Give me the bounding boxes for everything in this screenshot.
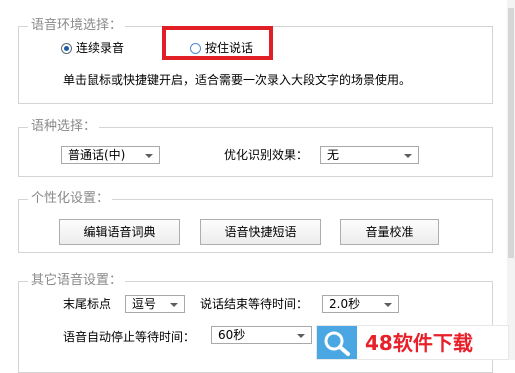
watermark-text: 48软件下载 — [365, 331, 473, 355]
end-punct-select-value: 逗号 — [132, 297, 157, 311]
radio-continuous[interactable]: 连续录音 — [61, 41, 124, 55]
end-punct-label: 末尾标点 — [63, 297, 112, 311]
radio-continuous-indicator[interactable] — [61, 42, 72, 54]
chevron-down-icon[interactable] — [170, 303, 178, 307]
chevron-down-icon[interactable] — [145, 154, 153, 158]
quick-phrase-button[interactable]: 语音快捷短语 — [200, 219, 321, 245]
highlight-annotation — [162, 26, 273, 60]
volume-calibration-button[interactable]: 音量校准 — [340, 219, 439, 245]
chevron-down-icon[interactable] — [297, 334, 305, 338]
vertical-scrollbar[interactable] — [507, 0, 515, 360]
auto-stop-select[interactable]: 60秒 — [211, 326, 312, 344]
radio-continuous-label[interactable]: 连续录音 — [76, 41, 124, 55]
optimize-select[interactable]: 无 — [320, 146, 419, 164]
auto-stop-label: 语音自动停止等待时间： — [63, 330, 196, 344]
other-title: 其它语音设置： — [28, 273, 126, 289]
language-select[interactable]: 普通话(中) — [61, 146, 160, 164]
chevron-down-icon[interactable] — [384, 303, 392, 307]
edit-dictionary-button[interactable]: 编辑语音词典 — [59, 219, 180, 245]
chevron-down-icon[interactable] — [404, 154, 412, 158]
magnifier-icon — [317, 326, 357, 359]
watermark-logo: 48软件下载 — [316, 325, 509, 360]
wait-time-select-value: 2.0秒 — [329, 297, 361, 311]
end-punct-select[interactable]: 逗号 — [125, 295, 185, 313]
voice-env-description: 单击鼠标或快捷键开启，适合需要一次录入大段文字的场景使用。 — [63, 73, 412, 87]
optimize-label: 优化识别效果： — [224, 148, 309, 162]
auto-stop-select-value: 60秒 — [218, 328, 246, 342]
language-title: 语种选择： — [28, 119, 100, 135]
voice-env-title: 语音环境选择： — [28, 18, 126, 34]
optimize-select-value: 无 — [327, 148, 340, 162]
personalize-title: 个性化设置： — [28, 191, 113, 207]
scrollbar-thumb[interactable] — [508, 8, 514, 258]
language-select-value: 普通话(中) — [68, 148, 126, 162]
wait-time-select[interactable]: 2.0秒 — [322, 295, 399, 313]
wait-time-label: 说话结束等待时间： — [200, 297, 309, 311]
